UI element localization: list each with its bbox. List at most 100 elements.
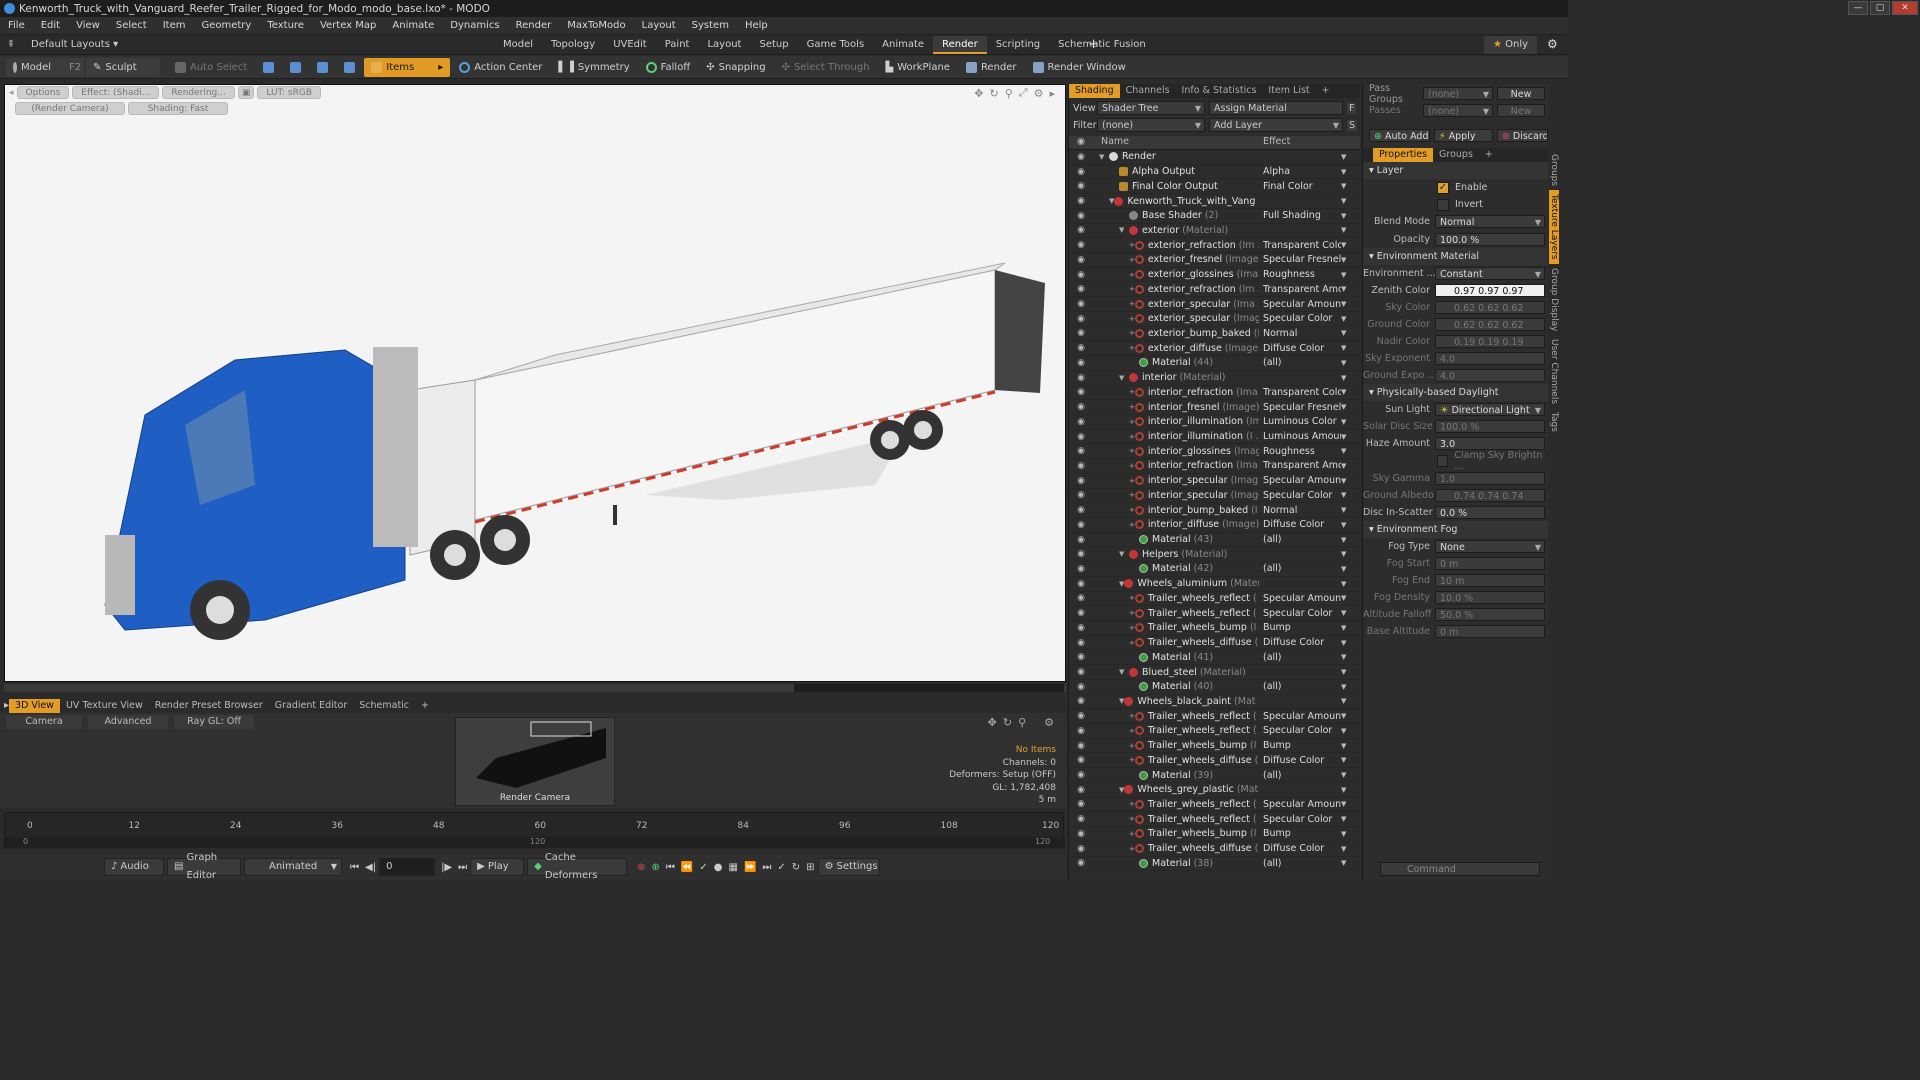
next-frame-key-icon[interactable]: ⏩ [744, 862, 756, 873]
shader-tree-row[interactable]: ◉+Trailer_wheels_diffuse( ...Diffuse Col… [1069, 753, 1360, 769]
effect-chevron-icon[interactable]: ▼ [1341, 521, 1351, 529]
shader-effect[interactable]: Bump [1259, 622, 1341, 633]
effect-chevron-icon[interactable]: ▼ [1341, 859, 1351, 867]
effect-chevron-icon[interactable]: ▼ [1341, 388, 1351, 396]
sky-color-field[interactable]: 0.62 0.62 0.62 [1435, 300, 1545, 314]
expand-toggle-icon[interactable]: + [1129, 477, 1135, 485]
visibility-eye-icon[interactable]: ◉ [1069, 549, 1093, 559]
expand-toggle-icon[interactable]: + [1129, 845, 1135, 853]
layout-home-icon[interactable]: ⇞ [0, 39, 22, 50]
side-tab-user-channels[interactable]: User Channels [1549, 335, 1559, 408]
shader-tree-row[interactable]: ◉ Material (43) (all) ▼ [1069, 533, 1360, 548]
effect-chevron-icon[interactable]: ▼ [1341, 315, 1351, 323]
effect-chevron-icon[interactable]: ▼ [1341, 653, 1351, 661]
tab-animate[interactable]: Animate [873, 36, 933, 54]
visibility-eye-icon[interactable]: ◉ [1069, 608, 1093, 618]
tab-item-list[interactable]: Item List [1262, 84, 1315, 98]
visibility-eye-icon[interactable]: ◉ [1069, 755, 1093, 765]
graph-editor-button[interactable]: ▤ Graph Editor [167, 852, 241, 881]
tab-topology[interactable]: Topology [542, 36, 604, 54]
visibility-eye-icon[interactable]: ◉ [1069, 593, 1093, 603]
expand-toggle-icon[interactable]: + [1129, 388, 1135, 396]
shader-tree-row[interactable]: ◉ + interior_specular(Image)Specular Color… [1069, 489, 1360, 504]
fog-density-field[interactable]: 10.0 % [1435, 591, 1545, 605]
add-bottom-tab-icon[interactable]: + [415, 699, 435, 713]
visibility-eye-icon[interactable]: ◉ [1069, 299, 1093, 309]
effect-chevron-icon[interactable]: ▼ [1341, 668, 1351, 676]
shader-tree-row[interactable]: ◉+Trailer_wheels_diffuse( ...Diffuse Col… [1069, 636, 1360, 651]
visibility-eye-icon[interactable]: ◉ [1069, 270, 1093, 280]
auto-key-icon[interactable]: ⊕ [652, 862, 660, 873]
shader-effect[interactable]: Diffuse Color [1259, 755, 1341, 766]
shader-effect[interactable]: Luminous Amount [1259, 431, 1341, 442]
visibility-eye-icon[interactable]: ◉ [1069, 255, 1093, 265]
shader-effect[interactable]: (all) [1259, 534, 1341, 545]
command-input[interactable]: Command [1380, 862, 1540, 876]
shader-effect[interactable]: (all) [1259, 681, 1341, 692]
expand-toggle-icon[interactable]: + [1129, 403, 1135, 411]
new-pass-button[interactable]: New [1497, 104, 1545, 118]
shader-effect[interactable]: Specular Amount [1259, 593, 1341, 604]
sky-exponent-field[interactable]: 4.0 [1435, 352, 1545, 366]
altitude-falloff-field[interactable]: 50.0 % [1435, 608, 1545, 622]
visibility-eye-icon[interactable]: ◉ [1069, 358, 1093, 368]
tab-gradient-editor[interactable]: Gradient Editor [269, 699, 353, 713]
polygon-mode-button[interactable] [310, 58, 335, 77]
ground-color-field[interactable]: 0.62 0.62 0.62 [1435, 317, 1545, 331]
shader-effect[interactable]: Roughness [1259, 269, 1341, 280]
visibility-eye-icon[interactable]: ◉ [1069, 579, 1093, 589]
tab-model[interactable]: Model [494, 36, 542, 54]
side-tab-tags[interactable]: Tags [1549, 408, 1559, 436]
effect-chevron-icon[interactable]: ▼ [1341, 639, 1351, 647]
passes-dropdown[interactable]: (none) ▼ [1423, 104, 1493, 118]
visibility-eye-icon[interactable]: ◉ [1069, 799, 1093, 809]
effect-chevron-icon[interactable]: ▼ [1341, 285, 1351, 293]
shader-tree-row[interactable]: ◉▼Wheels_aluminium(Material) ▼ [1069, 577, 1360, 592]
tab-properties[interactable]: Properties [1373, 148, 1434, 163]
menu-render[interactable]: Render [508, 17, 560, 35]
shader-effect[interactable]: Specular Fresnel [1259, 402, 1341, 413]
shader-effect[interactable]: (all) [1259, 563, 1341, 574]
expand-toggle-icon[interactable]: + [1129, 506, 1135, 514]
shader-effect[interactable]: Transparent Color [1259, 240, 1341, 251]
expand-toggle-icon[interactable]: + [1129, 624, 1135, 632]
menu-help[interactable]: Help [737, 17, 776, 35]
shader-effect[interactable]: Diffuse Color [1259, 637, 1341, 648]
visibility-eye-icon[interactable]: ◉ [1069, 167, 1093, 177]
effect-chevron-icon[interactable]: ▼ [1341, 226, 1351, 234]
shader-tree-row[interactable]: ◉+Trailer_wheels_reflect( ...Specular Am… [1069, 592, 1360, 607]
tab-schematic[interactable]: Schematic [353, 699, 415, 713]
effect-chevron-icon[interactable]: ▼ [1341, 594, 1351, 602]
effect-chevron-icon[interactable]: ▼ [1341, 329, 1351, 337]
shader-effect[interactable]: (all) [1259, 858, 1341, 869]
shader-effect[interactable]: Luminous Color [1259, 416, 1341, 427]
items-mode-button[interactable]: Items ▸ [364, 57, 451, 77]
camera-preview[interactable]: Render Camera [455, 717, 615, 806]
shader-effect[interactable]: (all) [1259, 652, 1341, 663]
fog-type-dropdown[interactable]: None ▼ [1435, 539, 1545, 553]
shader-tree-row[interactable]: ◉ + interior_specular(Imag ...Specular Amo… [1069, 474, 1360, 489]
expand-toggle-icon[interactable]: + [1129, 271, 1135, 279]
pass-groups-dropdown[interactable]: (none) ▼ [1423, 87, 1493, 101]
add-props-tab-icon[interactable]: + [1479, 148, 1499, 162]
shader-tree-row[interactable]: ◉▼Wheels_black_paint(Mat ... ▼ [1069, 695, 1360, 710]
shader-effect[interactable]: Specular Fresnel [1259, 254, 1341, 265]
visibility-eye-icon[interactable]: ◉ [1069, 240, 1093, 250]
tab-setup[interactable]: Setup [750, 36, 797, 54]
expand-toggle-icon[interactable]: ▼ [1119, 374, 1129, 382]
expand-toggle-icon[interactable]: + [1129, 756, 1135, 764]
effect-chevron-icon[interactable]: ▼ [1341, 241, 1351, 249]
visibility-eye-icon[interactable]: ◉ [1069, 181, 1093, 191]
visibility-eye-icon[interactable]: ◉ [1069, 196, 1093, 206]
visibility-eye-icon[interactable]: ◉ [1069, 314, 1093, 324]
shader-tree-row[interactable]: ◉ + exterior_specular(Ima ...Specular Amou… [1069, 297, 1360, 312]
effect-chevron-icon[interactable]: ▼ [1341, 197, 1351, 205]
zenith-color-field[interactable]: 0.97 0.97 0.97 [1435, 283, 1545, 297]
apply-button[interactable]: ⚡ Apply [1433, 128, 1493, 142]
sun-light-dropdown[interactable]: ☀ Directional Light ▼ [1435, 403, 1545, 417]
tab-paint[interactable]: Paint [656, 36, 699, 54]
visibility-eye-icon[interactable]: ◉ [1069, 446, 1093, 456]
visibility-eye-icon[interactable]: ◉ [1069, 638, 1093, 648]
workplane-button[interactable]: ▙ WorkPlane [878, 58, 956, 77]
shader-tree-row[interactable]: ◉ Material (44) (all) ▼ [1069, 356, 1360, 371]
